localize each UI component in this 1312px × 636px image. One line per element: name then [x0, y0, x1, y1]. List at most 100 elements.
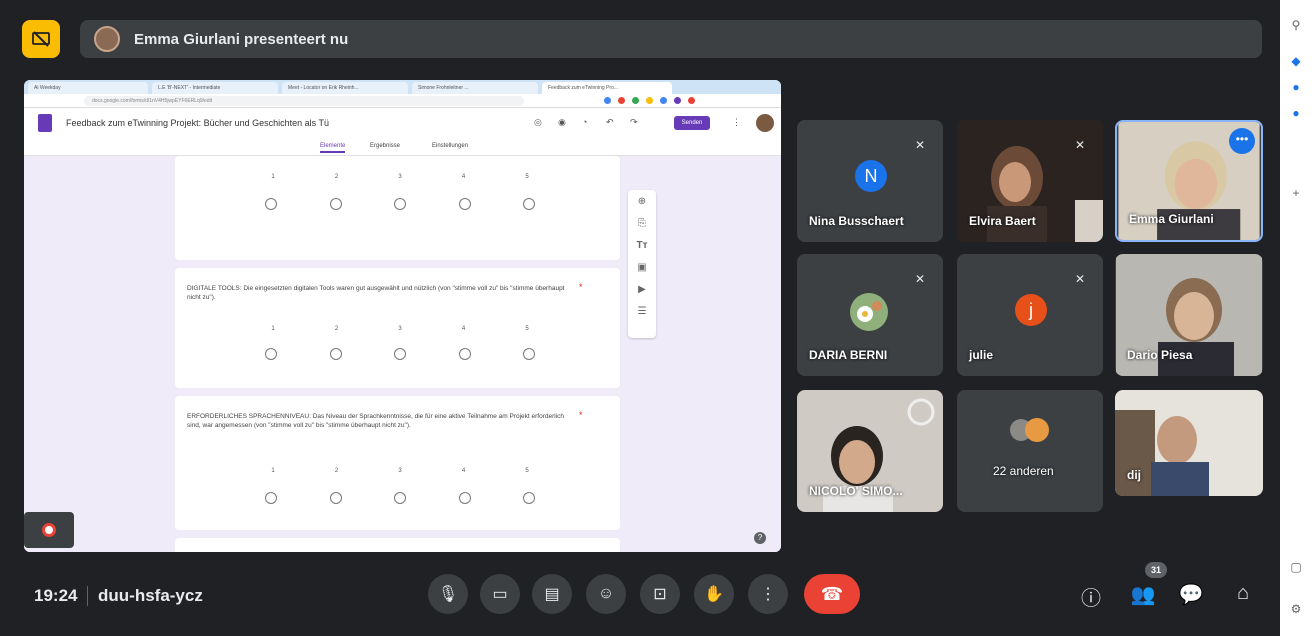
search-icon[interactable]: ⚲	[1288, 18, 1304, 34]
camera-button[interactable]: ▭	[480, 574, 520, 614]
participant-tile[interactable]: NICOLO' SIMO...	[797, 390, 943, 512]
tag-icon[interactable]: ◆	[1288, 54, 1304, 70]
self-view-control[interactable]	[24, 512, 74, 548]
form-toolbar: ⊕ ⎘ Tт ▣ ▶ ☰	[628, 190, 656, 338]
circle-icon[interactable]: ●	[1288, 80, 1304, 96]
add-icon[interactable]: +	[1288, 186, 1304, 202]
extension-icon[interactable]	[618, 97, 625, 104]
more-options-button[interactable]: ⋮	[748, 574, 788, 614]
radio-option[interactable]	[523, 348, 535, 360]
extension-icon[interactable]	[646, 97, 653, 104]
people-icon[interactable]: 👥	[1130, 582, 1156, 607]
extension-icon[interactable]	[674, 97, 681, 104]
activities-icon[interactable]: ⌂	[1230, 582, 1256, 605]
add-section-icon[interactable]: ☰	[628, 306, 656, 317]
participant-tile[interactable]: ✕ j julie	[957, 254, 1103, 376]
question-card: 1 2 3 4 5	[175, 156, 620, 260]
panel-icon[interactable]: ▢	[1288, 560, 1304, 576]
participant-tile[interactable]: dij	[1115, 390, 1263, 496]
radio-option[interactable]	[265, 198, 277, 210]
extension-icon[interactable]	[688, 97, 695, 104]
presenter-bar: Emma Giurlani presenteert nu	[22, 18, 1262, 60]
scale-number: 5	[525, 174, 529, 180]
radio-option[interactable]	[329, 198, 342, 210]
scale-labels: 1 2 3 4 5	[265, 326, 535, 332]
participant-tile[interactable]: ✕ DARIA BERNI	[797, 254, 943, 376]
undo-icon[interactable]: ↶	[606, 117, 614, 128]
radio-option[interactable]	[458, 198, 471, 210]
presenter-text: Emma Giurlani presenteert nu	[134, 30, 349, 48]
leave-call-button[interactable]: ☎	[804, 574, 860, 614]
participant-tile[interactable]: Dario Piesa	[1115, 254, 1263, 376]
add-video-icon[interactable]: ▶	[628, 284, 656, 295]
extension-icon[interactable]	[604, 97, 611, 104]
radio-option[interactable]	[265, 492, 277, 504]
tab-ergebnisse[interactable]: Ergebnisse	[370, 143, 400, 149]
radio-option[interactable]	[523, 492, 535, 504]
others-tile[interactable]: 22 anderen	[957, 390, 1103, 512]
required-marker: *	[579, 282, 583, 292]
account-avatar[interactable]	[756, 114, 774, 132]
palette-icon[interactable]: ◎	[534, 117, 542, 128]
raise-hand-button[interactable]: ✋	[694, 574, 734, 614]
chat-icon[interactable]: 💬	[1178, 582, 1204, 607]
meet-window: Emma Giurlani presenteert nu Ai Weekday …	[0, 0, 1312, 636]
radio-option[interactable]	[265, 348, 277, 360]
participant-tile-pinned[interactable]: ••• Emma Giurlani	[1115, 120, 1263, 242]
browser-tab[interactable]: Meet - Locator on Erik Rheinh...	[282, 82, 408, 94]
extension-icon[interactable]	[660, 97, 667, 104]
question-text[interactable]: ERFORDERLICHES SPRACHENNIVEAU: Das Nivea…	[187, 412, 567, 430]
tab-einstellungen[interactable]: Einstellungen	[432, 143, 468, 149]
preview-icon[interactable]: ◉	[558, 117, 566, 128]
radio-option[interactable]	[394, 348, 406, 360]
present-off-icon[interactable]	[22, 20, 60, 58]
scale-number: 1	[271, 174, 275, 180]
radio-option[interactable]	[523, 198, 535, 210]
eye-icon[interactable]: ◔	[582, 117, 587, 127]
radio-option[interactable]	[329, 492, 342, 504]
add-image-icon[interactable]: ▣	[628, 262, 656, 273]
browser-tab[interactable]: Simone Frohnleitner ...	[412, 82, 538, 94]
participant-tile[interactable]: ✕ N Nina Busschaert	[797, 120, 943, 242]
url-field[interactable]: docs.google.com/forms/d/1nV4H5jwpEYF6ERL…	[84, 96, 524, 106]
mic-off-icon: ✕	[914, 138, 926, 152]
scale-number: 4	[461, 468, 466, 474]
microphone-button[interactable]: 🎙	[428, 574, 468, 614]
question-text[interactable]: DIGITALE TOOLS: Die eingesetzten digital…	[187, 284, 567, 302]
import-questions-icon[interactable]: ⎘	[628, 218, 656, 229]
browser-tab-active[interactable]: Feedback zum eTwinning Pro...	[542, 82, 672, 94]
meeting-info-icon[interactable]: ⓘ	[1078, 582, 1104, 611]
more-options-icon[interactable]: •••	[1229, 128, 1255, 154]
add-title-icon[interactable]: Tт	[628, 240, 656, 251]
radio-option[interactable]	[394, 198, 406, 210]
settings-icon[interactable]: ⚙	[1288, 602, 1304, 618]
form-title[interactable]: Feedback zum eTwinning Projekt: Bücher u…	[66, 118, 329, 128]
send-button[interactable]: Senden	[674, 116, 710, 130]
captions-icon: ▤	[544, 586, 560, 603]
reactions-button[interactable]: ☺	[586, 574, 626, 614]
call-controls-bar: 19:24 duu-hsfa-ycz 🎙 ▭ ▤ ☺ ⊡ ✋ ⋮ ☎ ⓘ 👥 3…	[0, 562, 1290, 628]
present-button[interactable]: ⊡	[640, 574, 680, 614]
emoji-icon: ☺	[597, 585, 615, 602]
help-icon[interactable]: ?	[754, 532, 766, 544]
tab-elemente[interactable]: Elemente	[320, 143, 346, 153]
browser-tab[interactable]: Ai Weekday	[28, 82, 148, 94]
browser-tab[interactable]: L.E 'B'-NEXT' - Intermediate	[152, 82, 278, 94]
radio-option[interactable]	[394, 492, 406, 504]
required-marker: *	[579, 410, 583, 420]
scale-radios	[265, 348, 535, 360]
extension-icon[interactable]	[632, 97, 639, 104]
radio-option[interactable]	[329, 348, 342, 360]
participant-name: Nina Busschaert	[809, 214, 904, 228]
radio-option[interactable]	[458, 492, 471, 504]
more-vert-icon[interactable]: ⋮	[732, 117, 741, 128]
mic-icon: 🎙	[437, 586, 459, 603]
captions-button[interactable]: ▤	[532, 574, 572, 614]
scale-labels: 1 2 3 4 5	[265, 468, 535, 474]
check-icon[interactable]: ●	[1288, 106, 1304, 122]
add-question-icon[interactable]: ⊕	[628, 196, 656, 207]
redo-icon[interactable]: ↷	[630, 117, 638, 128]
participant-tile[interactable]: ✕ Elvira Baert	[957, 120, 1103, 242]
record-icon	[42, 523, 56, 537]
radio-option[interactable]	[458, 348, 471, 360]
